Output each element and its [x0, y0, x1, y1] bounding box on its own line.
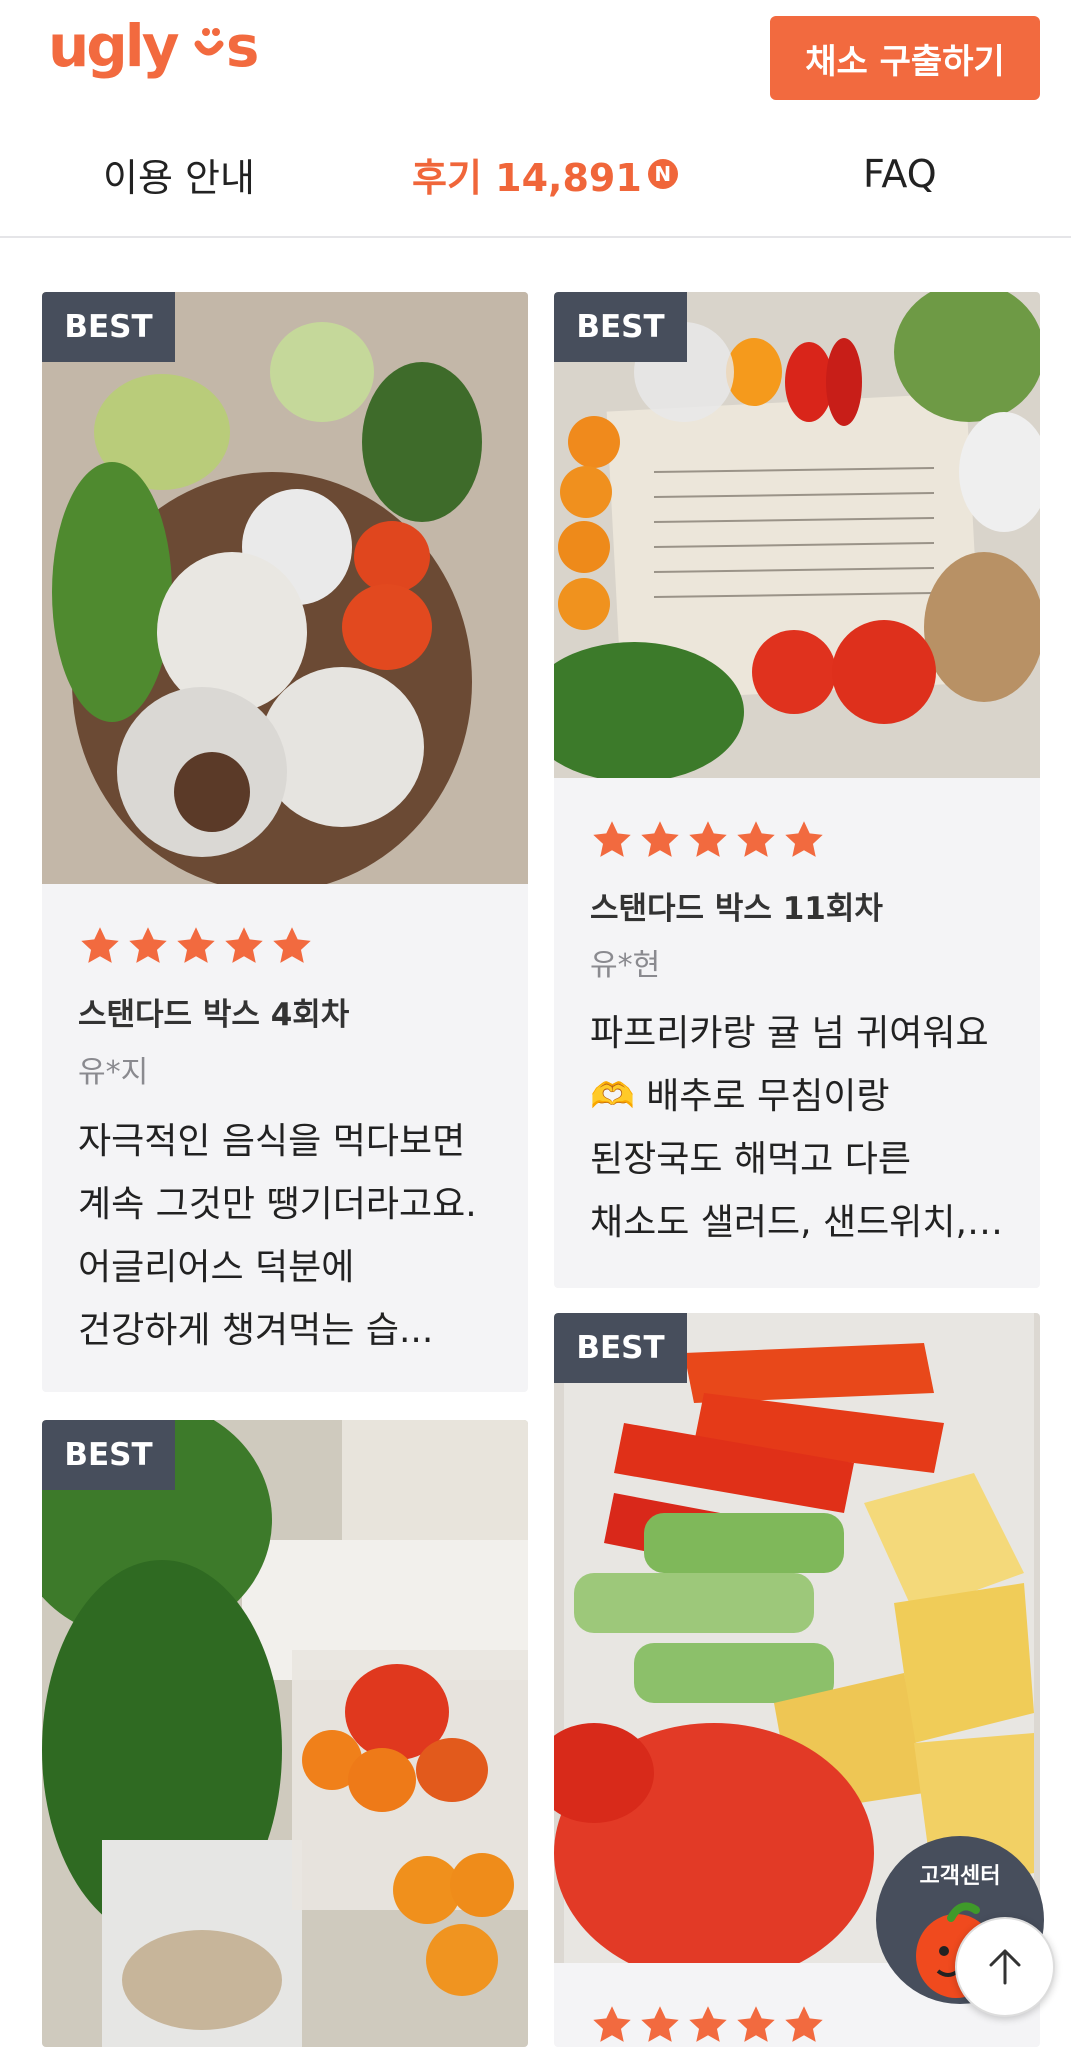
tab-guide[interactable]: 이용 안내	[103, 142, 255, 206]
tab-reviews[interactable]: 후기 14,891 N	[412, 142, 678, 206]
star-icon	[689, 2006, 727, 2042]
star-rating	[590, 2003, 826, 2047]
review-card[interactable]: BEST	[42, 1420, 528, 2047]
tab-faq-label: FAQ	[863, 152, 937, 196]
star-icon	[689, 821, 727, 857]
review-body: 파프리카랑 귤 넘 귀여워요🫶 배추로 무침이랑 된장국도 해먹고 다른 채소도…	[590, 1013, 989, 1243]
scroll-to-top-button[interactable]	[955, 1917, 1055, 2017]
star-icon	[641, 2006, 679, 2042]
tab-reviews-label: 후기 14,891	[412, 155, 642, 200]
review-user: 유*현	[590, 948, 661, 983]
star-icon	[737, 821, 775, 857]
review-title: 스탠다드 박스 11회차	[590, 891, 883, 927]
review-card[interactable]: BEST 스탠다드 박스 4회차 유*지 자극적인 음식을 먹다보면 계속 그것…	[42, 292, 528, 1392]
tab-bar: 이용 안내 후기 14,891 N FAQ	[0, 128, 1071, 238]
review-body: 자극적인 음식을 먹다보면 계속 그것만 땡기더라고요. 어글리어스 덕분에 건…	[78, 1121, 477, 1351]
star-icon	[225, 927, 263, 963]
star-rating	[590, 818, 826, 862]
star-icon	[737, 2006, 775, 2042]
header: ugly s 채소 구출하기	[0, 0, 1071, 120]
best-badge: BEST	[42, 292, 175, 362]
arrow-up-icon	[989, 1949, 1021, 1985]
new-badge: N	[647, 159, 678, 189]
star-icon	[273, 927, 311, 963]
tab-faq[interactable]: FAQ	[863, 142, 937, 206]
rescue-vegetables-button[interactable]: 채소 구출하기	[770, 16, 1040, 100]
best-badge: BEST	[554, 292, 687, 362]
review-photo	[42, 292, 528, 884]
star-icon	[785, 821, 823, 857]
star-icon	[129, 927, 167, 963]
best-badge: BEST	[554, 1313, 687, 1383]
star-icon	[641, 821, 679, 857]
star-icon	[593, 821, 631, 857]
best-badge: BEST	[42, 1420, 175, 1490]
review-photo	[554, 292, 1040, 778]
star-icon	[81, 927, 119, 963]
star-icon	[785, 2006, 823, 2042]
tab-guide-label: 이용 안내	[103, 155, 255, 200]
star-rating	[78, 924, 314, 968]
star-icon	[593, 2006, 631, 2042]
svg-text:ugly: ugly	[48, 14, 179, 80]
review-photo	[42, 1420, 528, 2047]
review-card[interactable]: BEST 스탠다드 박스 11회차 유*현 파프리카랑 귤 넘 귀여워요🫶 배추…	[554, 292, 1040, 1288]
star-icon	[177, 927, 215, 963]
customer-center-label: 고객센터	[919, 1864, 1001, 1889]
svg-text:s: s	[226, 15, 259, 80]
review-user: 유*지	[78, 1055, 149, 1090]
uglyus-logo[interactable]: ugly s	[48, 14, 280, 94]
review-title: 스탠다드 박스 4회차	[78, 997, 350, 1033]
